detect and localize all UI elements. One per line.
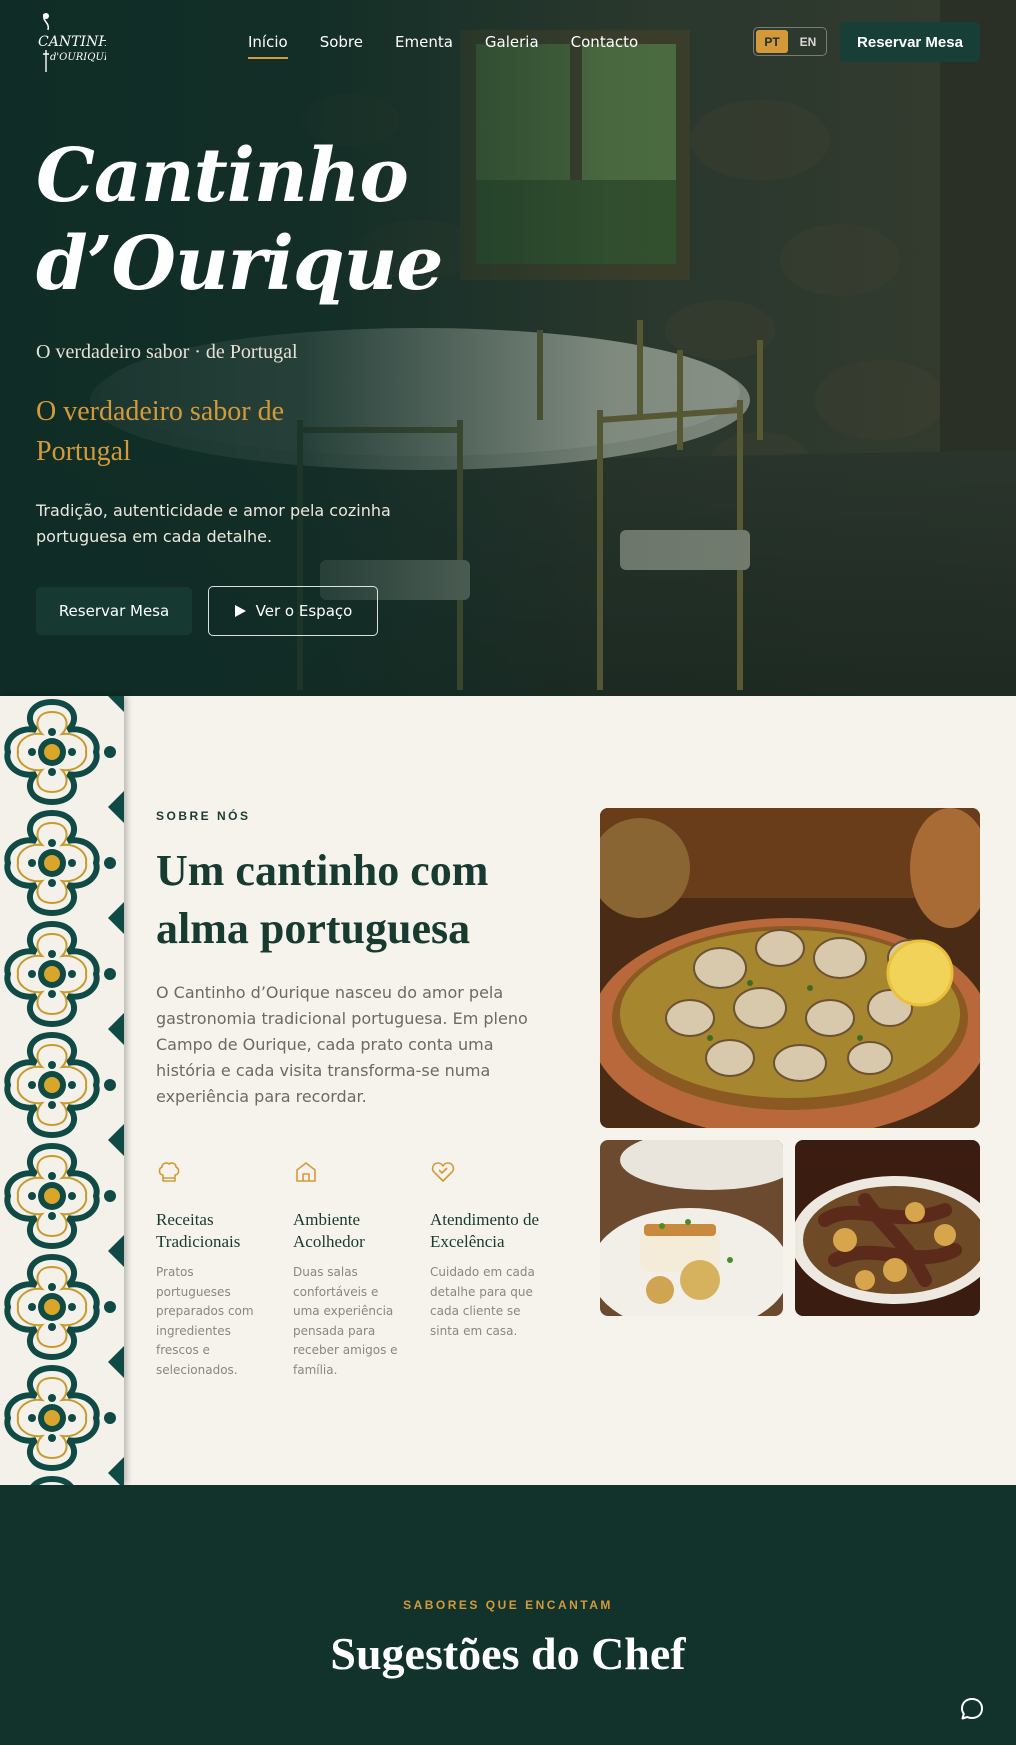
- nav-link-galeria[interactable]: Galeria: [485, 33, 539, 59]
- about-title: Um cantinho com alma portuguesa: [156, 846, 489, 953]
- nav-reserve-button[interactable]: Reservar Mesa: [840, 22, 980, 62]
- chef-eyebrow: SABORES QUE ENCANTAM: [403, 1598, 613, 1612]
- hero-title-line1: Cantinho: [36, 133, 409, 219]
- feature-excellent-service: Atendimento de Excelência Cuidado em cad…: [430, 1159, 540, 1341]
- feature-text: Pratos portugueses preparados com ingred…: [156, 1265, 254, 1377]
- nav-links: Início Sobre Ementa Galeria Contacto: [248, 33, 638, 59]
- hero-title: Cantinho d’Ourique: [36, 132, 443, 308]
- nav-link-inicio[interactable]: Início: [248, 33, 288, 59]
- nav-link-contacto[interactable]: Contacto: [571, 33, 639, 59]
- heart-handshake-icon: [431, 1162, 455, 1182]
- azulejo-tile-border: [0, 696, 124, 1485]
- feature-title: Ambiente Acolhedor: [293, 1210, 365, 1251]
- about-eyebrow: SOBRE NÓS: [156, 809, 251, 823]
- hero-description: Tradição, autenticidade e amor pela cozi…: [36, 501, 391, 546]
- nav-link-sobre[interactable]: Sobre: [320, 33, 363, 59]
- brand-logo[interactable]: CANTINHO d'OURIQUE: [34, 10, 106, 74]
- cod-dish-photo: [600, 1140, 783, 1316]
- hero-subtitle: O verdadeiro sabor de Portugal: [36, 396, 285, 467]
- lang-pt-button[interactable]: PT: [756, 30, 788, 53]
- hero-tagline: O verdadeiro sabor · de Portugal: [36, 341, 298, 363]
- feature-cozy-ambience: Ambiente Acolhedor Duas salas confortáve…: [293, 1159, 403, 1380]
- about-section: SOBRE NÓS Um cantinho com alma portugues…: [0, 696, 1016, 1485]
- logo-text-line2: d'OURIQUE: [50, 52, 106, 63]
- nav-link-ementa[interactable]: Ementa: [395, 33, 453, 59]
- hero-view-space-button[interactable]: Ver o Espaço: [208, 586, 378, 636]
- feature-title: Atendimento de Excelência: [430, 1210, 540, 1251]
- chat-bubble-icon[interactable]: [958, 1695, 986, 1723]
- chef-suggestions-section: SABORES QUE ENCANTAM Sugestões do Chef: [0, 1485, 1016, 1745]
- top-navigation: CANTINHO d'OURIQUE Início Sobre Ementa G…: [0, 0, 1016, 84]
- feature-title: Receitas Tradicionais: [156, 1210, 241, 1251]
- feature-traditional-recipes: Receitas Tradicionais Pratos portugueses…: [156, 1159, 266, 1380]
- language-switcher: PT EN: [753, 27, 827, 56]
- hero-section: CANTINHO d'OURIQUE Início Sobre Ementa G…: [0, 0, 1016, 696]
- home-icon: [296, 1162, 316, 1182]
- chef-title: Sugestões do Chef: [330, 1628, 686, 1679]
- feature-text: Cuidado em cada detalhe para que cada cl…: [430, 1265, 535, 1338]
- hero-title-line2: d’Ourique: [36, 221, 443, 307]
- logo-text-line1: CANTINHO: [38, 34, 106, 50]
- octopus-dish-photo: [795, 1140, 980, 1316]
- feature-text: Duas salas confortáveis e uma experiênci…: [293, 1265, 398, 1377]
- chef-hat-icon: [158, 1162, 180, 1182]
- clams-dish-photo: [600, 808, 980, 1128]
- lang-en-button[interactable]: EN: [792, 30, 824, 53]
- hero-view-space-label: Ver o Espaço: [255, 602, 353, 620]
- play-icon: [234, 605, 246, 617]
- hero-reserve-button[interactable]: Reservar Mesa: [36, 587, 192, 635]
- about-text: O Cantinho d’Ourique nasceu do amor pela…: [156, 983, 528, 1106]
